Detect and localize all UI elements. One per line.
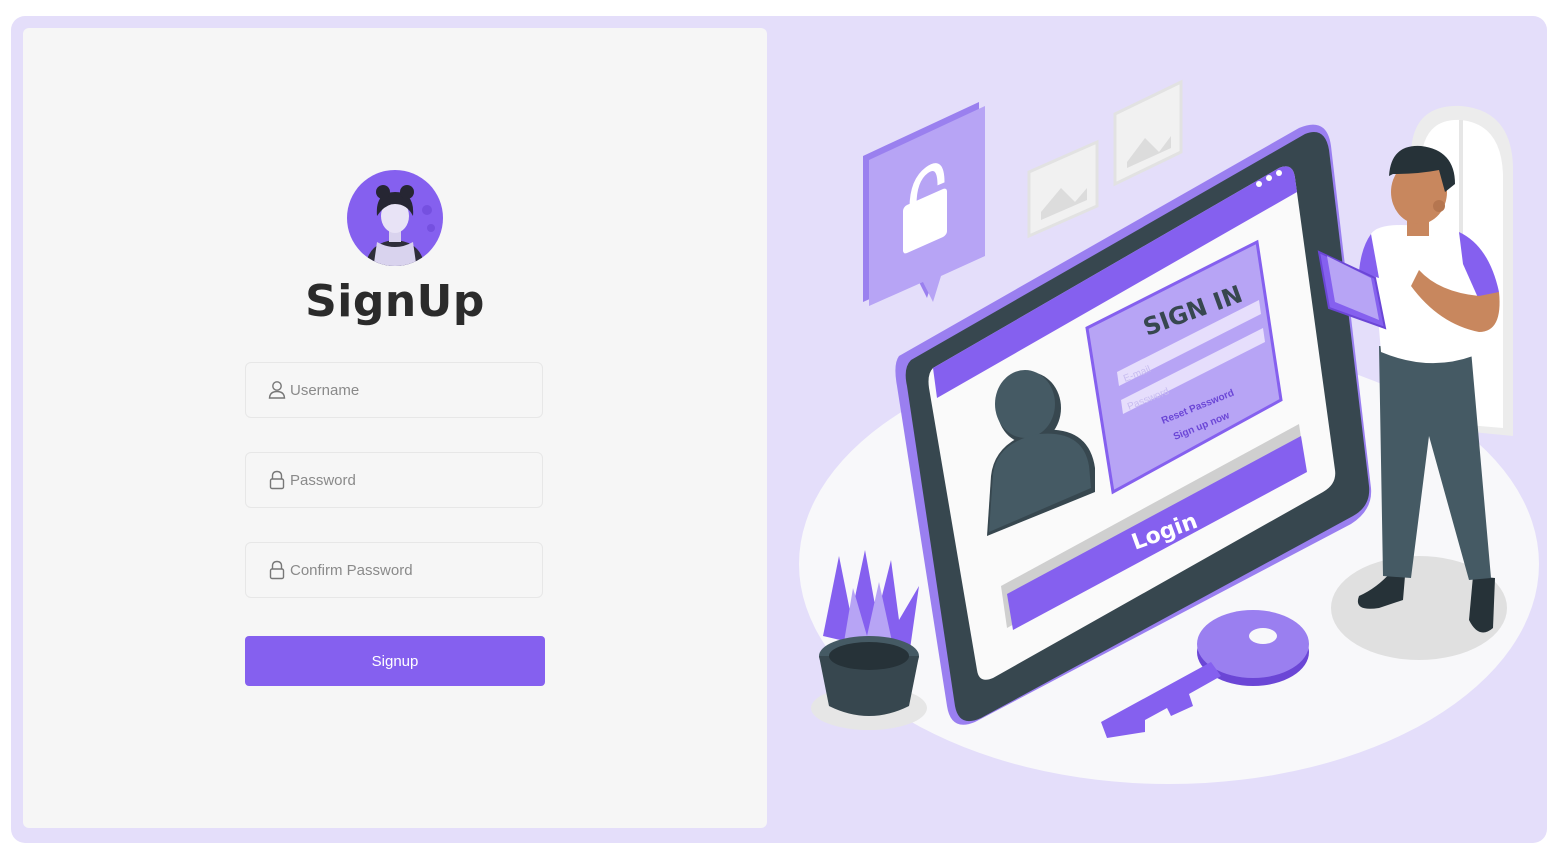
lock-icon [269,560,285,580]
username-input[interactable] [290,363,530,417]
confirm-password-input[interactable] [290,543,530,597]
signup-form-panel: SignUp Signup [23,28,767,828]
avatar [347,170,443,266]
page-title: SignUp [305,276,485,327]
lock-bubble-shape [863,102,985,306]
signup-button[interactable]: Signup [245,636,545,686]
password-input[interactable] [290,453,530,507]
password-field[interactable] [245,452,543,508]
login-illustration: SIGN IN E-mail Password Reset Password S… [799,79,1539,784]
username-field[interactable] [245,362,543,418]
page-frame: SignUp Signup [11,16,1547,843]
lock-icon [269,470,285,490]
user-icon [268,381,286,399]
confirm-password-field[interactable] [245,542,543,598]
